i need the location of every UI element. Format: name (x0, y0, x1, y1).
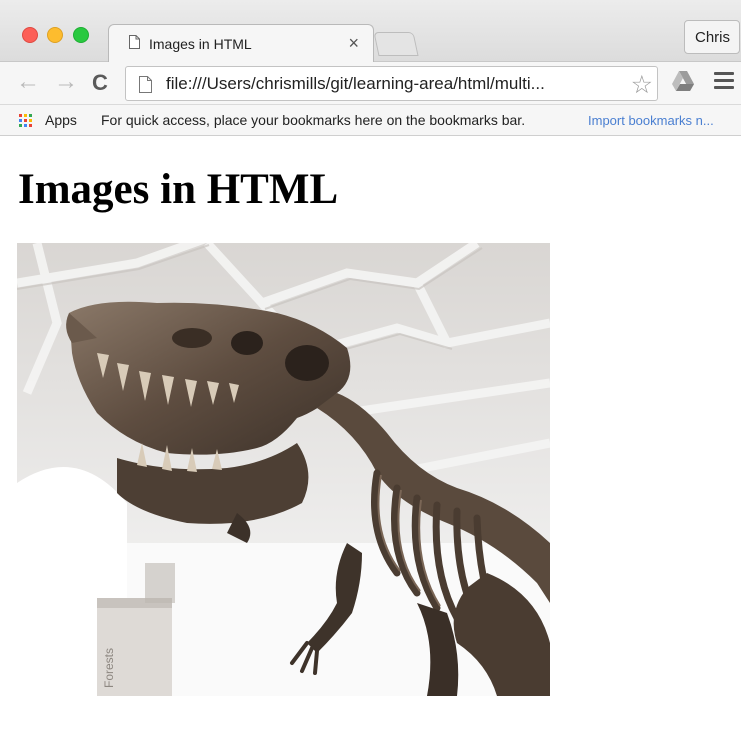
back-arrow-icon[interactable]: ← (16, 70, 40, 94)
import-bookmarks-link[interactable]: Import bookmarks n... (588, 113, 714, 128)
tab-close-icon[interactable]: × (348, 33, 359, 54)
apps-grid-icon[interactable] (19, 114, 33, 128)
browser-toolbar: ← → C file:///Users/chrismills/git/learn… (0, 62, 741, 105)
reload-icon[interactable]: C (92, 71, 108, 95)
profile-button[interactable]: Chris (684, 20, 740, 54)
bookmarks-hint-text: For quick access, place your bookmarks h… (101, 112, 526, 128)
forward-arrow-icon[interactable]: → (54, 70, 78, 94)
google-drive-icon[interactable] (671, 70, 695, 92)
apps-bookmark[interactable]: Apps (45, 112, 77, 128)
file-page-icon (139, 76, 152, 93)
dinosaur-skeleton-image: Forests (17, 243, 550, 696)
gallery-sign-text: Forests (102, 648, 116, 688)
chrome-menu-icon[interactable] (714, 72, 734, 90)
bookmarks-bar: Apps For quick access, place your bookma… (0, 105, 741, 136)
window-close-button[interactable] (22, 27, 38, 43)
window-minimize-button[interactable] (47, 27, 63, 43)
page-title: Images in HTML (18, 166, 339, 213)
address-bar[interactable]: file:///Users/chrismills/git/learning-ar… (125, 66, 658, 101)
new-tab-button[interactable] (373, 32, 419, 56)
tab-title: Images in HTML (149, 36, 252, 52)
url-text[interactable]: file:///Users/chrismills/git/learning-ar… (166, 74, 545, 94)
tab-images-in-html[interactable]: Images in HTML × (108, 24, 374, 63)
page-icon (129, 35, 140, 49)
bookmark-star-icon[interactable]: ☆ (631, 70, 653, 100)
window-titlebar: Images in HTML × Chris (0, 0, 741, 63)
dinosaur-photo-illustration: Forests (17, 243, 550, 696)
window-zoom-button[interactable] (73, 27, 89, 43)
